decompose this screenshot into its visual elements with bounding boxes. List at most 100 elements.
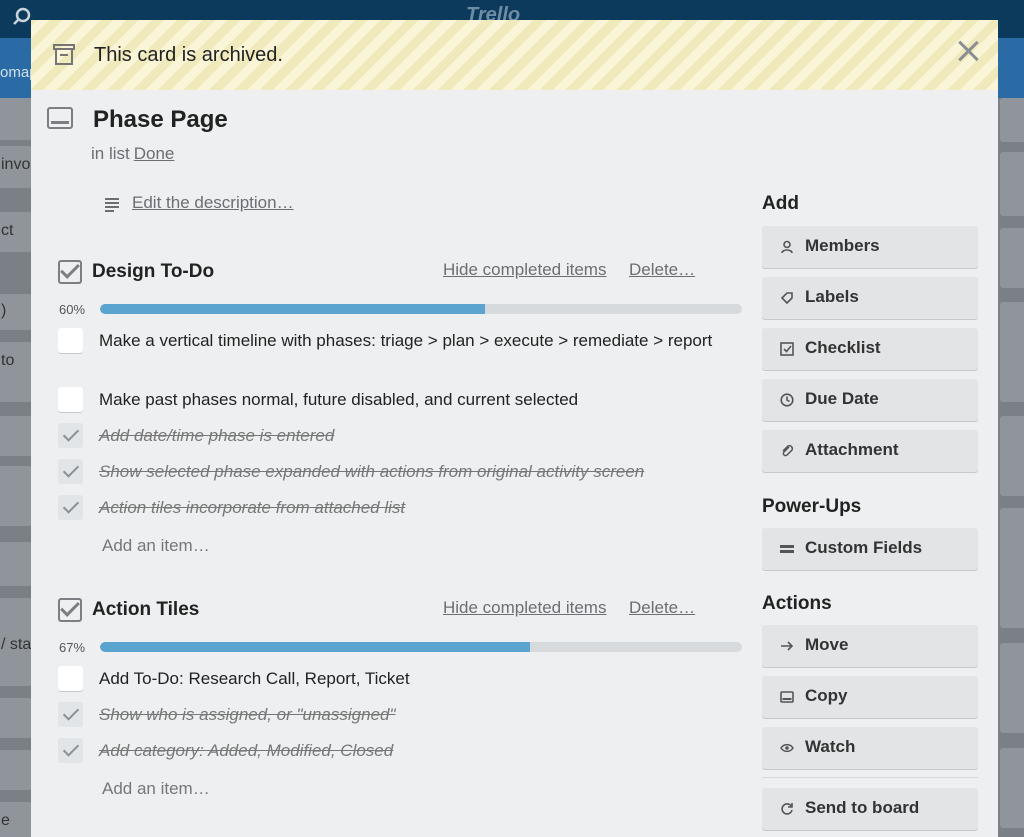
background-card[interactable] [1000, 152, 1024, 216]
background-card[interactable] [1000, 748, 1024, 828]
actions-heading: Actions [762, 593, 832, 614]
checklist-item-text[interactable]: Show who is assigned, or "unassigned" [99, 703, 739, 726]
paperclip-icon [780, 444, 794, 458]
background-card[interactable] [1000, 508, 1024, 628]
refresh-icon [780, 802, 794, 816]
progress-percent: 60% [59, 302, 86, 317]
checklist-item-text[interactable]: Make past phases normal, future disabled… [99, 388, 739, 411]
members-label: Members [805, 236, 880, 255]
clock-icon [780, 393, 794, 407]
add-heading: Add [762, 193, 799, 214]
checklist-icon [58, 598, 82, 622]
background-card[interactable] [1000, 228, 1024, 288]
background-card[interactable]: ct [0, 212, 32, 252]
checklist-item-checkbox[interactable] [58, 702, 83, 727]
background-card[interactable] [0, 466, 32, 526]
arrow-right-icon [780, 639, 794, 653]
fields-icon [780, 542, 794, 556]
hide-completed-link[interactable]: Hide completed items [443, 260, 606, 280]
move-button[interactable]: Move [762, 625, 978, 667]
watch-label: Watch [805, 737, 856, 756]
attachment-label: Attachment [805, 440, 899, 459]
card-title[interactable]: Phase Page [93, 106, 228, 134]
background-card[interactable] [0, 98, 32, 140]
checklist-item-checkbox[interactable] [58, 666, 83, 691]
card-icon [780, 690, 794, 704]
move-label: Move [805, 635, 849, 654]
checklist-progress-bar [100, 304, 742, 314]
checklist-title[interactable]: Design To-Do [92, 261, 214, 283]
archived-banner: This card is archived. [31, 20, 998, 90]
checklist-item-text[interactable]: Add category: Added, Modified, Closed [99, 739, 739, 762]
custom-fields-label: Custom Fields [805, 538, 923, 557]
list-link[interactable]: Done [134, 144, 175, 163]
add-item-link[interactable]: Add an item… [102, 536, 210, 556]
in-list-prefix: in list [91, 144, 130, 163]
background-card[interactable] [1000, 302, 1024, 402]
checklist-progress-bar [100, 642, 742, 652]
description-icon [105, 198, 119, 212]
checklist-label: Checklist [805, 338, 881, 357]
delete-checklist-link[interactable]: Delete… [629, 260, 695, 280]
checkbox-icon [780, 342, 794, 356]
sidebar-divider [762, 777, 978, 778]
checklist-item-text[interactable]: Add date/time phase is entered [99, 424, 739, 447]
card-detail-dialog: This card is archived. Phase Page in lis… [31, 20, 998, 837]
power-ups-heading: Power-Ups [762, 496, 862, 517]
attachment-button[interactable]: Attachment [762, 430, 978, 472]
background-card[interactable]: / sta [0, 598, 32, 686]
checklist-item-text[interactable]: Action tiles incorporate from attached l… [99, 496, 739, 519]
send-to-board-label: Send to board [805, 798, 920, 817]
background-card[interactable]: e [0, 802, 32, 837]
checklist-item-text[interactable]: Show selected phase expanded with action… [99, 460, 739, 483]
checklist-item-checkbox[interactable] [58, 459, 83, 484]
checklist-progress-fill [100, 304, 486, 314]
checklist-item-checkbox[interactable] [58, 495, 83, 520]
send-to-board-button[interactable]: Send to board [762, 788, 978, 830]
background-card[interactable] [1000, 643, 1024, 733]
hide-completed-link[interactable]: Hide completed items [443, 598, 606, 618]
checklist-button[interactable]: Checklist [762, 328, 978, 370]
card-icon [47, 107, 73, 129]
background-card[interactable] [0, 750, 32, 790]
checklist-item-text[interactable]: Make a vertical timeline with phases: tr… [99, 329, 719, 352]
checklist-item-checkbox[interactable] [58, 387, 83, 412]
checklist-title[interactable]: Action Tiles [92, 599, 199, 621]
background-card[interactable] [0, 698, 32, 738]
labels-button[interactable]: Labels [762, 277, 978, 319]
custom-fields-button[interactable]: Custom Fields [762, 528, 978, 570]
due-date-button[interactable]: Due Date [762, 379, 978, 421]
copy-label: Copy [805, 686, 848, 705]
progress-percent: 67% [59, 640, 86, 655]
delete-checklist-link[interactable]: Delete… [629, 598, 695, 618]
close-icon[interactable] [955, 38, 981, 64]
archived-message: This card is archived. [94, 44, 283, 66]
checklist-item-checkbox[interactable] [58, 423, 83, 448]
background-card[interactable]: ) [0, 294, 32, 330]
archive-icon [53, 42, 77, 68]
background-card[interactable] [1000, 98, 1024, 142]
watch-button[interactable]: Watch [762, 727, 978, 769]
card-list-info: in list Done [91, 144, 174, 164]
due-date-label: Due Date [805, 389, 879, 408]
checklist-icon [58, 260, 82, 284]
tag-icon [780, 291, 794, 305]
background-card[interactable] [1000, 416, 1024, 496]
add-item-link[interactable]: Add an item… [102, 779, 210, 799]
background-card[interactable] [0, 542, 32, 586]
background-card[interactable]: invo [0, 146, 32, 188]
person-icon [780, 240, 794, 254]
board-name[interactable]: omap [0, 64, 34, 81]
checklist-item-checkbox[interactable] [58, 328, 83, 353]
edit-description-link[interactable]: Edit the description… [132, 193, 294, 213]
background-card[interactable]: to [0, 342, 32, 402]
members-button[interactable]: Members [762, 226, 978, 268]
checklist-item-checkbox[interactable] [58, 738, 83, 763]
background-list-right [998, 98, 1024, 837]
labels-label: Labels [805, 287, 859, 306]
copy-button[interactable]: Copy [762, 676, 978, 718]
eye-icon [780, 741, 794, 755]
checklist-progress-fill [100, 642, 531, 652]
checklist-item-text[interactable]: Add To-Do: Research Call, Report, Ticket [99, 667, 739, 690]
background-card[interactable] [0, 416, 32, 456]
